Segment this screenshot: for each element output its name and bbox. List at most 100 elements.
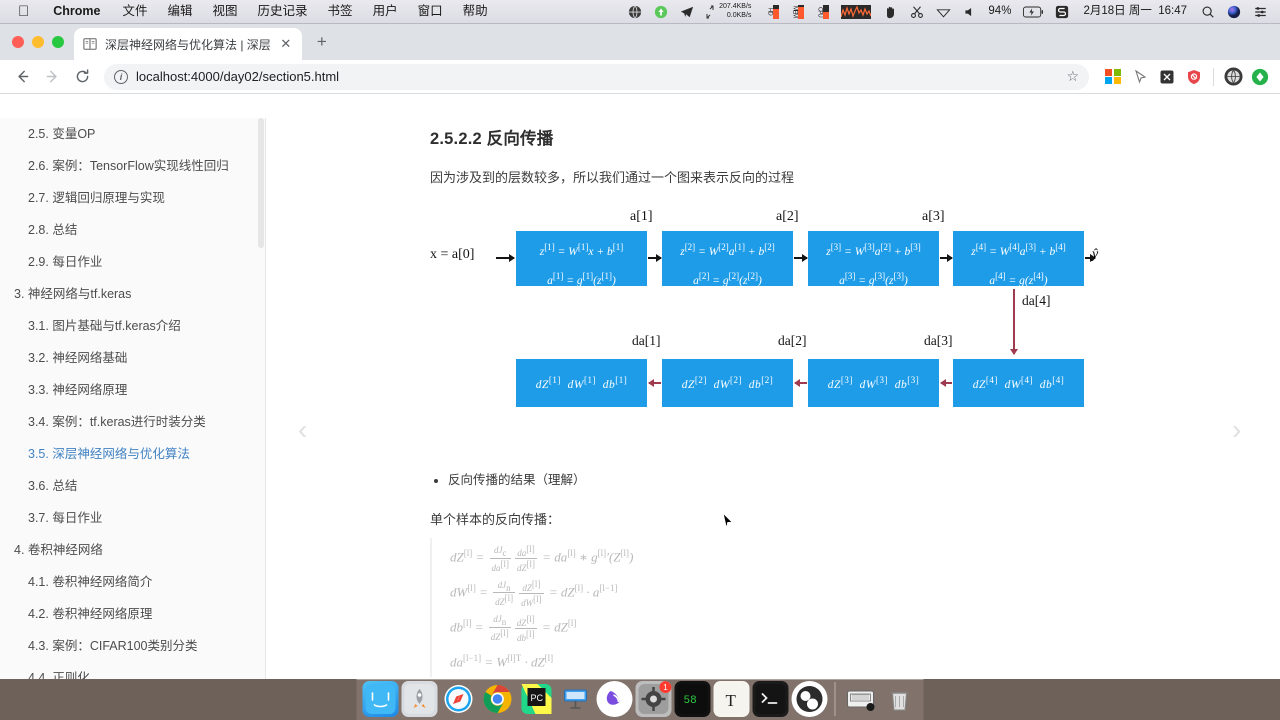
disk-meter-icon[interactable]: HD xyxy=(760,4,785,19)
reload-icon[interactable] xyxy=(68,63,96,91)
sidebar-item-3-5[interactable]: 3.5. 深层神经网络与优化算法 xyxy=(0,438,253,470)
cursor-pointer-icon[interactable] xyxy=(1128,65,1152,89)
sidebar-item-2-8[interactable]: 2.8. 总结 xyxy=(0,214,253,246)
dock-item-system-preferences[interactable]: 1 xyxy=(635,681,672,717)
sidebar-item-4-1[interactable]: 4.1. 卷积神经网络简介 xyxy=(0,566,253,598)
chevron-left-icon[interactable]: ‹ xyxy=(298,414,307,446)
sidebar-item-4-2[interactable]: 4.2. 卷积神经网络原理 xyxy=(0,598,253,630)
menu-app-name[interactable]: Chrome xyxy=(41,0,112,23)
dock-item-downloads-stack[interactable] xyxy=(843,681,879,717)
star-icon[interactable]: ☆ xyxy=(1066,68,1079,85)
network-speed-indicator[interactable]: 207.4KB/s 0.0KB/s xyxy=(700,3,760,20)
sidebar-item-3-1[interactable]: 3.1. 图片基础与tf.keras介绍 xyxy=(0,310,253,342)
url-text[interactable]: localhost:4000/day02/section5.html xyxy=(136,69,1058,84)
docs-sidebar-nav[interactable]: 2.5. 变量OP 2.6. 案例：TensorFlow实现线性回归 2.7. … xyxy=(0,118,266,679)
apple-logo-icon[interactable]:  xyxy=(10,1,41,23)
battery-charging-icon[interactable] xyxy=(1017,6,1049,18)
memory-meter-icon[interactable]: MEM xyxy=(785,4,810,19)
menu-item-view[interactable]: 视图 xyxy=(203,0,248,23)
backward-box-2-text: dZ[2] dW[2] db[2] xyxy=(681,374,774,391)
memory-meter-label: MEM xyxy=(791,6,798,17)
sidebar-item-3-7[interactable]: 3.7. 每日作业 xyxy=(0,502,253,534)
desktop-background: PC 1 58 T xyxy=(0,679,1280,720)
menu-item-help[interactable]: 帮助 xyxy=(453,0,498,23)
cpu-history-graph-icon[interactable] xyxy=(835,4,877,19)
profile-avatar-icon[interactable] xyxy=(1221,65,1245,89)
telegram-icon[interactable] xyxy=(674,5,700,19)
battery-percent-label[interactable]: 94% xyxy=(982,0,1017,23)
scissors-icon[interactable] xyxy=(904,5,930,19)
sidebar-item-4[interactable]: 4. 卷积神经网络 xyxy=(0,534,253,566)
sidebar-item-3-2[interactable]: 3.2. 神经网络基础 xyxy=(0,342,253,374)
tab-title: 深层神经网络与优化算法 | 深层 xyxy=(105,37,271,52)
sidebar-item-2-6[interactable]: 2.6. 案例：TensorFlow实现线性回归 xyxy=(0,150,253,182)
minimize-window-button[interactable] xyxy=(32,36,44,48)
arrow-right-icon[interactable] xyxy=(38,63,66,91)
dock-item-pycharm[interactable]: PC xyxy=(519,681,555,717)
dock-item-launchpad[interactable] xyxy=(401,681,438,717)
address-bar[interactable]: i localhost:4000/day02/section5.html ☆ xyxy=(104,63,1089,90)
dock-item-activity-monitor[interactable]: 58 xyxy=(674,681,711,717)
mac-menu-bar:  Chrome 文件 编辑 视图 历史记录 书签 用户 窗口 帮助 207.4… xyxy=(0,0,1280,24)
sidebar-scrollbar[interactable] xyxy=(258,118,264,248)
sogou-input-icon[interactable] xyxy=(1049,5,1075,19)
intro-paragraph: 因为涉及到的层数较多，所以我们通过一个图来表示反向的过程 xyxy=(430,170,795,185)
dock-item-typora[interactable]: T xyxy=(713,681,750,717)
diagram-input-label: x = a[0] xyxy=(430,246,475,262)
dock-item-trash[interactable] xyxy=(882,681,918,717)
info-circle-icon[interactable]: i xyxy=(114,69,128,84)
forward-box-layer3: z[3] = W[3]a[2] + b[3] a[3] = g[3](z[3]) xyxy=(808,230,939,286)
extension-green-icon[interactable] xyxy=(1248,65,1272,89)
arrow-left-icon[interactable] xyxy=(8,63,36,91)
new-tab-button[interactable]: + xyxy=(308,29,336,57)
sidebar-item-3-6[interactable]: 3.6. 总结 xyxy=(0,470,253,502)
sidebar-item-3[interactable]: 3. 神经网络与tf.keras xyxy=(0,278,253,310)
dock-item-snipaste[interactable] xyxy=(558,681,594,717)
volume-icon[interactable] xyxy=(957,5,982,19)
dock-item-foxmail[interactable] xyxy=(596,681,633,717)
mouse-cursor xyxy=(722,511,734,530)
chevron-right-icon[interactable]: › xyxy=(1232,414,1241,446)
sidebar-item-2-7[interactable]: 2.7. 逻辑回归原理与实现 xyxy=(0,182,253,214)
spotlight-search-icon[interactable] xyxy=(1195,5,1221,19)
svg-text:T: T xyxy=(726,691,737,710)
hand-icon[interactable] xyxy=(877,5,904,19)
sidebar-item-2-9[interactable]: 2.9. 每日作业 xyxy=(0,246,253,278)
menu-item-profiles[interactable]: 用户 xyxy=(363,0,408,23)
dock-item-iterm[interactable] xyxy=(752,681,789,717)
backward-box-layer1: dZ[1] dW[1] db[1] xyxy=(516,358,647,407)
wifi-icon[interactable] xyxy=(930,5,957,19)
dock-item-finder[interactable] xyxy=(362,681,399,717)
microsoft-icon[interactable] xyxy=(1101,65,1125,89)
arrow-layer3-to-layer2-back xyxy=(794,378,807,387)
sidebar-item-4-4[interactable]: 4.4. 正则化 xyxy=(0,662,253,680)
sidebar-item-4-3[interactable]: 4.3. 案例：CIFAR100类别分类 xyxy=(0,630,253,662)
svg-text:58: 58 xyxy=(684,695,697,707)
network-upload-speed: 207.4KB/s xyxy=(719,3,752,10)
close-icon[interactable]: ✕ xyxy=(278,36,294,52)
siri-icon[interactable] xyxy=(1221,5,1247,19)
control-center-icon[interactable] xyxy=(1247,5,1274,19)
arrow-up-circle-icon[interactable] xyxy=(648,5,674,19)
dock-item-safari[interactable] xyxy=(441,681,477,717)
menu-bar-datetime[interactable]: 2月18日 周一 16:47 xyxy=(1075,0,1195,23)
globe-icon[interactable] xyxy=(622,5,648,19)
x-box-icon[interactable] xyxy=(1155,65,1179,89)
dock-item-obs[interactable] xyxy=(791,681,828,717)
sidebar-item-3-3[interactable]: 3.3. 神经网络原理 xyxy=(0,374,253,406)
close-window-button[interactable] xyxy=(12,36,24,48)
menu-item-edit[interactable]: 编辑 xyxy=(158,0,203,23)
sidebar-item-2-5[interactable]: 2.5. 变量OP xyxy=(0,118,253,150)
dock-item-chrome[interactable] xyxy=(480,681,516,717)
maximize-window-button[interactable] xyxy=(52,36,64,48)
forward-box-3-line1: z[3] = W[3]a[2] + b[3] xyxy=(826,241,921,258)
browser-tab[interactable]: 深层神经网络与优化算法 | 深层 ✕ xyxy=(74,28,302,60)
menu-item-bookmarks[interactable]: 书签 xyxy=(318,0,363,23)
menu-item-history[interactable]: 历史记录 xyxy=(248,0,318,23)
menu-item-window[interactable]: 窗口 xyxy=(408,0,453,23)
menu-item-file[interactable]: 文件 xyxy=(112,0,157,23)
sidebar-item-3-4[interactable]: 3.4. 案例：tf.keras进行时装分类 xyxy=(0,406,253,438)
diagram-activation-label-2: a[2] xyxy=(776,208,799,224)
adblock-shield-icon[interactable] xyxy=(1182,65,1206,89)
cpu-meter-icon[interactable]: CPU xyxy=(810,4,835,19)
